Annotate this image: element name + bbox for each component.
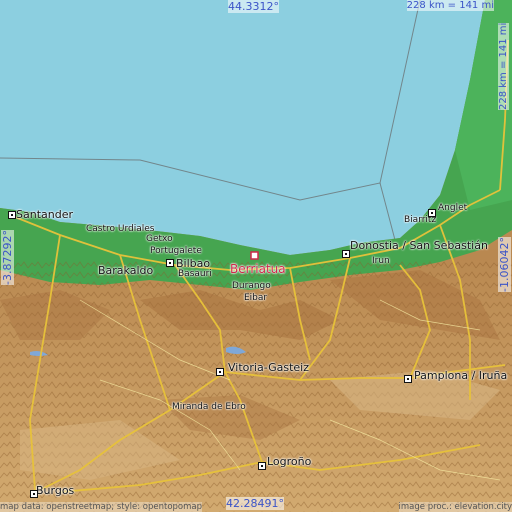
city-marker-logrono bbox=[258, 462, 266, 470]
city-marker-biarritz bbox=[428, 209, 436, 217]
city-marker-donostia bbox=[342, 250, 350, 258]
attribution-right: image proc.: elevation.city bbox=[398, 502, 512, 512]
bottom-latitude-label: 42.28491° bbox=[226, 497, 284, 510]
place-miranda-de-ebro[interactable]: Miranda de Ebro bbox=[172, 402, 246, 412]
terrain-map bbox=[0, 0, 512, 512]
place-berriatua[interactable]: Berriatua bbox=[230, 262, 286, 276]
place-eibar[interactable]: Eibar bbox=[244, 293, 267, 303]
place-vitoria-gasteiz[interactable]: Vitoria-Gasteiz bbox=[228, 361, 309, 374]
place-barakaldo[interactable]: Barakaldo bbox=[98, 264, 153, 277]
place-donostia[interactable]: Donostia / San Sebastián bbox=[350, 239, 488, 252]
place-durango[interactable]: Durango bbox=[232, 281, 271, 291]
city-marker-pamplona bbox=[404, 375, 412, 383]
map-view[interactable]: 44.3312° 42.28491° -3.87292° -1.06042° 2… bbox=[0, 0, 512, 512]
scale-label: 228 km = 141 mi bbox=[406, 0, 494, 11]
place-burgos[interactable]: Burgos bbox=[36, 484, 74, 497]
city-marker-vitoria bbox=[216, 368, 224, 376]
top-latitude-label: 44.3312° bbox=[228, 0, 279, 13]
city-marker-bilbao bbox=[166, 259, 174, 267]
left-longitude-label: -3.87292° bbox=[1, 230, 14, 285]
place-getxo[interactable]: Getxo bbox=[146, 234, 173, 244]
right-longitude-label: -1.06042° bbox=[498, 237, 511, 292]
place-anglet[interactable]: Anglet bbox=[438, 203, 467, 213]
place-irun[interactable]: Irun bbox=[372, 256, 390, 266]
place-santander[interactable]: Santander bbox=[16, 208, 73, 221]
city-marker-santander bbox=[8, 211, 16, 219]
place-basauri[interactable]: Basauri bbox=[178, 269, 212, 279]
city-marker-burgos bbox=[30, 490, 38, 498]
place-pamplona[interactable]: Pamplona / Iruña bbox=[414, 369, 507, 382]
attribution-left: map data: openstreetmap; style: opentopo… bbox=[0, 502, 202, 512]
place-portugalete[interactable]: Portugalete bbox=[150, 246, 202, 256]
scale-label-vertical: 228 km = 141 mi bbox=[498, 22, 509, 110]
place-castro-urdiales[interactable]: Castro Urdiales bbox=[86, 224, 154, 234]
place-logrono[interactable]: Logroño bbox=[267, 455, 311, 468]
